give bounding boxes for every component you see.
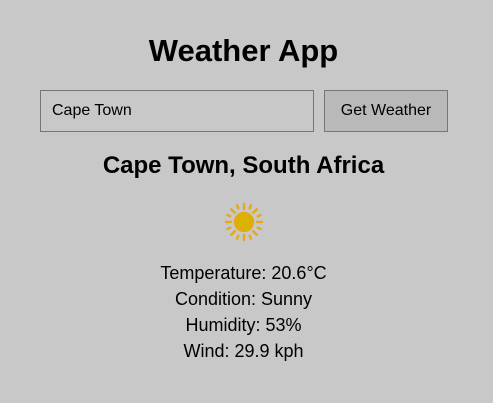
humidity-text: Humidity: 53%	[185, 315, 302, 335]
sun-icon	[224, 202, 264, 242]
condition-text: Condition: Sunny	[174, 289, 313, 309]
city-search-input[interactable]	[40, 90, 314, 132]
wind-text: Wind: 29.9 kph	[183, 341, 304, 361]
location-heading: Cape Town, South Africa	[102, 152, 385, 179]
page-title: Weather App	[148, 33, 339, 68]
weather-app: Weather App Get Weather Cape Town, South…	[0, 0, 493, 403]
weather-details: Temperature: 20.6°C Condition: Sunny Hum…	[0, 260, 487, 364]
temperature-text: Temperature: 20.6°C	[160, 263, 327, 283]
get-weather-button[interactable]: Get Weather	[324, 90, 448, 132]
